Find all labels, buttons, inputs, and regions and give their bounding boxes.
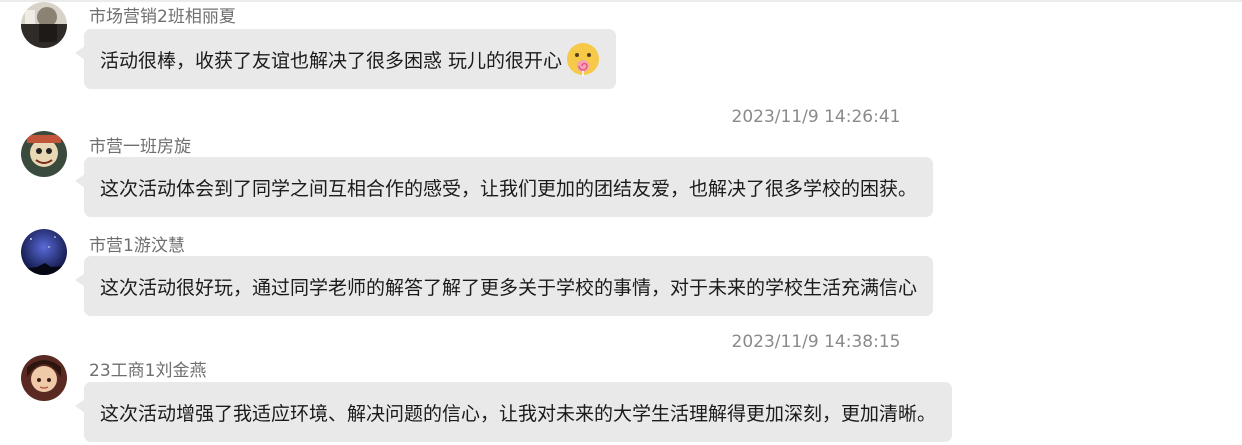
avatar-night-sky-icon	[21, 229, 67, 275]
sender-name: 市场营销2班相丽夏	[89, 7, 236, 27]
top-divider	[0, 0, 1242, 2]
message-bubble[interactable]: 这次活动体会到了同学之间互相合作的感受，让我们更加的团结友爱，也解决了很多学校的…	[74, 157, 934, 217]
avatar[interactable]	[21, 131, 67, 177]
message-text: 这次活动体会到了同学之间互相合作的感受，让我们更加的团结友爱，也解决了很多学校的…	[100, 177, 918, 200]
avatar[interactable]	[21, 2, 67, 48]
message-bubble[interactable]: 这次活动很好玩，通过同学老师的解答了解了更多关于学校的事情，对于未来的学校生活充…	[74, 256, 934, 316]
message-bubble[interactable]: 这次活动增强了我适应环境、解决问题的信心，让我对未来的大学生活理解得更加深刻，更…	[74, 382, 953, 442]
avatar-cartoon-icon	[21, 131, 67, 177]
avatar[interactable]	[21, 355, 67, 401]
message-timestamp: 2023/11/9 14:38:15	[731, 332, 901, 352]
lollipop-face-emoji-icon	[567, 43, 600, 76]
sender-name: 市营1游汶慧	[89, 236, 185, 256]
message-text: 活动很棒，收获了友谊也解决了很多困惑 玩儿的很开心	[100, 49, 563, 72]
avatar[interactable]	[21, 229, 67, 275]
message-timestamp: 2023/11/9 14:26:41	[731, 107, 901, 127]
avatar-photo-icon	[21, 2, 67, 48]
message-bubble[interactable]: 活动很棒，收获了友谊也解决了很多困惑 玩儿的很开心	[74, 29, 617, 89]
message-text: 这次活动增强了我适应环境、解决问题的信心，让我对未来的大学生活理解得更加深刻，更…	[100, 402, 937, 425]
sender-name: 市营一班房旋	[89, 137, 191, 157]
avatar-anime-girl-icon	[21, 355, 67, 401]
sender-name: 23工商1刘金燕	[89, 361, 207, 381]
message-text: 这次活动很好玩，通过同学老师的解答了解了更多关于学校的事情，对于未来的学校生活充…	[100, 276, 918, 299]
